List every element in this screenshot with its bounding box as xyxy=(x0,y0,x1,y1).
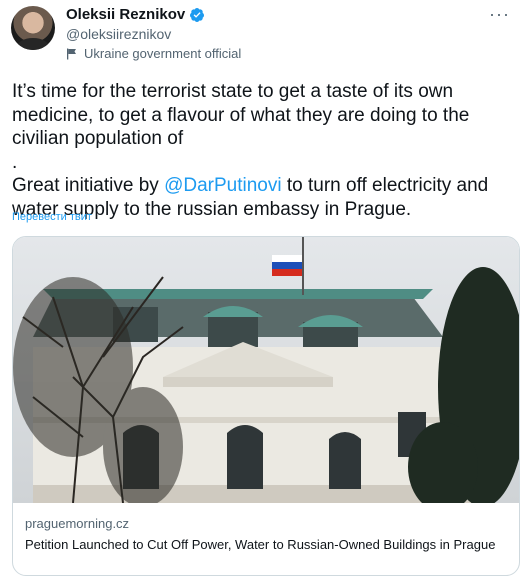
tweet-line-1-end: . xyxy=(12,151,18,173)
card-title: Petition Launched to Cut Off Power, Wate… xyxy=(25,537,496,552)
author-name-row: Oleksii Reznikov xyxy=(66,6,205,23)
embassy-building-image[interactable] xyxy=(13,237,519,503)
link-card[interactable]: praguemorning.cz Petition Launched to Cu… xyxy=(12,236,520,576)
ukraine-flag-emoji-icon xyxy=(188,129,212,145)
flag-icon xyxy=(67,48,76,59)
avatar[interactable] xyxy=(11,6,55,50)
tweet-paragraph-1: It’s time for the terrorist state to get… xyxy=(12,80,517,151)
verified-badge-icon xyxy=(190,7,205,22)
translate-tweet-link[interactable]: Перевести твит xyxy=(12,211,92,223)
tweet-line-2-pre: Great initiative by xyxy=(12,175,165,196)
card-domain: praguemorning.cz xyxy=(25,516,130,531)
more-horizontal-icon[interactable]: ··· xyxy=(489,4,510,25)
government-label: Ukraine government official xyxy=(66,46,241,61)
author-name[interactable]: Oleksii Reznikov xyxy=(66,6,185,23)
tweet-line-1: It’s time for the terrorist state to get… xyxy=(12,81,470,149)
mention-link[interactable]: @DarPutinovi xyxy=(164,175,282,196)
government-label-text: Ukraine government official xyxy=(84,46,242,61)
tweet-text: It’s time for the terrorist state to get… xyxy=(12,80,517,221)
author-handle[interactable]: @oleksiireznikov xyxy=(66,26,171,42)
